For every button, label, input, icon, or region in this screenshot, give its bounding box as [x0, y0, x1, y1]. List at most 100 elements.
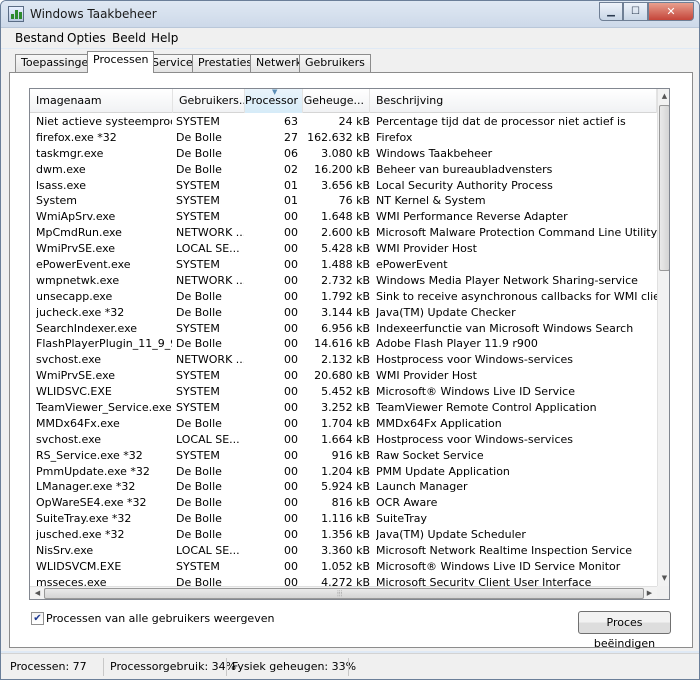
- table-row[interactable]: OpWareSE4.exe *32 De Bolle 00 816 kB OCR Awa…: [30, 495, 657, 511]
- cell-image-name: dwm.exe: [36, 162, 86, 176]
- table-row[interactable]: WLIDSVC.EXE SYSTEM 00 5.452 kB Microsoft® Wi…: [30, 384, 657, 400]
- cell-image-name: SuiteTray.exe *32: [36, 512, 132, 526]
- cell-cpu: 00: [284, 385, 298, 399]
- cell-description: Launch Manager: [376, 480, 468, 494]
- column-header-gebruikersnaam[interactable]: Gebruikers...: [173, 89, 245, 113]
- column-header-processor[interactable]: ▼ Processor: [245, 89, 303, 113]
- scroll-down-icon[interactable]: ▼: [658, 572, 669, 585]
- table-row[interactable]: jucheck.exe *32 De Bolle 00 3.144 kB Java(TM…: [30, 305, 657, 321]
- sort-descending-icon: ▼: [272, 89, 278, 96]
- cell-memory: 2.600 kB: [321, 226, 370, 240]
- table-row[interactable]: jusched.exe *32 De Bolle 00 1.356 kB Java(TM…: [30, 527, 657, 543]
- table-row[interactable]: MMDx64Fx.exe De Bolle 00 1.704 kB MMDx64Fx A…: [30, 416, 657, 432]
- close-button[interactable]: ✕: [648, 2, 694, 21]
- table-row[interactable]: SearchIndexer.exe SYSTEM 00 6.956 kB Indexee…: [30, 321, 657, 337]
- horizontal-scrollbar[interactable]: ◀ ⦙⦙⦙ ▶: [30, 586, 657, 599]
- column-header-geheugen[interactable]: Geheuge...: [303, 89, 370, 113]
- table-row[interactable]: MpCmdRun.exe NETWORK ... 00 2.600 kB Microso…: [30, 225, 657, 241]
- process-list[interactable]: Imagenaam Gebruikers... ▼ Processor Gehe…: [29, 88, 670, 600]
- status-process-count: Processen: 77: [10, 660, 87, 673]
- table-row[interactable]: dwm.exe De Bolle 02 16.200 kB Beheer van bur…: [30, 162, 657, 178]
- cell-memory: 14.616 kB: [314, 337, 370, 351]
- cell-memory: 3.360 kB: [321, 544, 370, 558]
- cell-memory: 1.488 kB: [321, 258, 370, 272]
- cell-memory: 2.732 kB: [321, 273, 370, 287]
- cell-cpu: 00: [284, 226, 298, 240]
- table-row[interactable]: WLIDSVCM.EXE SYSTEM 00 1.052 kB Microsoft® W…: [30, 559, 657, 575]
- table-row[interactable]: WmiPrvSE.exe LOCAL SE... 00 5.428 kB WMI Pro…: [30, 241, 657, 257]
- cell-description: Indexeerfunctie van Microsoft Windows Se…: [376, 321, 634, 335]
- cell-memory: 6.956 kB: [321, 321, 370, 335]
- cell-memory: 1.664 kB: [321, 432, 370, 446]
- table-row[interactable]: NisSrv.exe LOCAL SE... 00 3.360 kB Microsoft…: [30, 543, 657, 559]
- table-row[interactable]: svchost.exe LOCAL SE... 00 1.664 kB Hostproc…: [30, 432, 657, 448]
- table-row[interactable]: WmiApSrv.exe SYSTEM 00 1.648 kB WMI Performa…: [30, 209, 657, 225]
- cell-cpu: 00: [284, 353, 298, 367]
- cell-image-name: PmmUpdate.exe *32: [36, 464, 150, 478]
- tab-prestaties[interactable]: Prestaties: [192, 54, 259, 72]
- scroll-left-icon[interactable]: ◀: [31, 587, 44, 599]
- cell-description: Hostprocess voor Windows-services: [376, 353, 574, 367]
- table-row[interactable]: RS_Service.exe *32 SYSTEM 00 916 kB Raw Sock…: [30, 448, 657, 464]
- end-process-button[interactable]: Proces beëindigen: [578, 611, 671, 650]
- cell-cpu: 00: [284, 305, 298, 319]
- table-row[interactable]: lsass.exe SYSTEM 01 3.656 kB Local Security …: [30, 178, 657, 194]
- cell-cpu: 00: [284, 242, 298, 256]
- cell-user-name: LOCAL SE...: [176, 242, 240, 256]
- table-row[interactable]: LManager.exe *32 De Bolle 00 5.924 kB Launch…: [30, 479, 657, 495]
- cell-cpu: 00: [284, 289, 298, 303]
- cell-memory: 1.204 kB: [321, 464, 370, 478]
- menu-beeld[interactable]: Beeld: [112, 31, 146, 45]
- status-separator: [103, 658, 104, 676]
- table-row[interactable]: firefox.exe *32 De Bolle 27 162.632 kB Firef…: [30, 130, 657, 146]
- scroll-up-icon[interactable]: ▲: [658, 90, 669, 103]
- scroll-right-icon[interactable]: ▶: [643, 587, 656, 599]
- menu-help[interactable]: Help: [151, 31, 178, 45]
- cell-description: Hostprocess voor Windows-services: [376, 432, 574, 446]
- minimize-button[interactable]: ▁: [599, 2, 623, 21]
- column-header-imagenaam[interactable]: Imagenaam: [30, 89, 173, 113]
- cell-image-name: Niet actieve systeemproc...: [36, 115, 172, 128]
- table-row[interactable]: ePowerEvent.exe SYSTEM 00 1.488 kB ePowerEve…: [30, 257, 657, 273]
- table-row[interactable]: WmiPrvSE.exe SYSTEM 00 20.680 kB WMI Provide…: [30, 368, 657, 384]
- table-row[interactable]: unsecapp.exe De Bolle 00 1.792 kB Sink to re…: [30, 289, 658, 305]
- horizontal-scroll-thumb[interactable]: ⦙⦙⦙: [44, 588, 644, 599]
- menu-opties[interactable]: Opties: [67, 31, 106, 45]
- cell-memory: 5.924 kB: [321, 480, 370, 494]
- cell-memory: 816 kB: [331, 496, 370, 510]
- cell-user-name: LOCAL SE...: [176, 544, 240, 558]
- tab-gebruikers[interactable]: Gebruikers: [299, 54, 371, 72]
- cell-image-name: System: [36, 194, 78, 208]
- table-row[interactable]: SuiteTray.exe *32 De Bolle 00 1.116 kB Suite…: [30, 511, 657, 527]
- table-row[interactable]: TeamViewer_Service.exe ... SYSTEM 00 3.252 …: [30, 400, 657, 416]
- cell-user-name: SYSTEM: [176, 559, 220, 573]
- cell-image-name: lsass.exe: [36, 178, 86, 192]
- cell-memory: 3.656 kB: [321, 178, 370, 192]
- cell-memory: 1.116 kB: [321, 512, 370, 526]
- show-all-users-checkbox[interactable]: ✔: [31, 612, 44, 625]
- column-header-beschrijving[interactable]: Beschrijving: [370, 89, 657, 113]
- table-row[interactable]: taskmgr.exe De Bolle 06 3.080 kB Windows Taa…: [30, 146, 657, 162]
- maximize-button[interactable]: ☐: [623, 2, 648, 21]
- cell-description: OCR Aware: [376, 496, 438, 510]
- menu-bestand[interactable]: Bestand: [15, 31, 64, 45]
- table-row[interactable]: svchost.exe NETWORK ... 00 2.132 kB Hostproc…: [30, 352, 657, 368]
- title-bar[interactable]: Windows Taakbeheer ▁ ☐ ✕: [1, 1, 699, 28]
- table-row[interactable]: FlashPlayerPlugin_11_9_9... De Bolle 00 14.…: [30, 336, 657, 352]
- cell-user-name: SYSTEM: [176, 448, 220, 462]
- table-row[interactable]: wmpnetwk.exe NETWORK ... 00 2.732 kB Windows…: [30, 273, 657, 289]
- vertical-scroll-thumb[interactable]: [659, 105, 669, 271]
- table-row[interactable]: Niet actieve systeemproc... SYSTEM 63 24 kB…: [30, 114, 657, 130]
- table-row[interactable]: PmmUpdate.exe *32 De Bolle 00 1.204 kB PMM U…: [30, 464, 657, 480]
- show-all-users-label[interactable]: Processen van alle gebruikers weergeven: [46, 612, 274, 625]
- tab-processen[interactable]: Processen: [87, 51, 155, 73]
- minimize-icon: ▁: [607, 6, 615, 17]
- cell-description: Local Security Authority Process: [376, 178, 553, 192]
- table-row[interactable]: System SYSTEM 01 76 kB NT Kernel & System: [30, 193, 657, 209]
- cell-memory: 76 kB: [338, 194, 370, 208]
- vertical-scrollbar[interactable]: ▲ ▼: [657, 89, 669, 586]
- cell-description: Java(TM) Update Scheduler: [376, 528, 526, 542]
- cell-user-name: De Bolle: [176, 289, 222, 303]
- cell-description: ePowerEvent: [376, 258, 448, 272]
- cell-memory: 3.080 kB: [321, 146, 370, 160]
